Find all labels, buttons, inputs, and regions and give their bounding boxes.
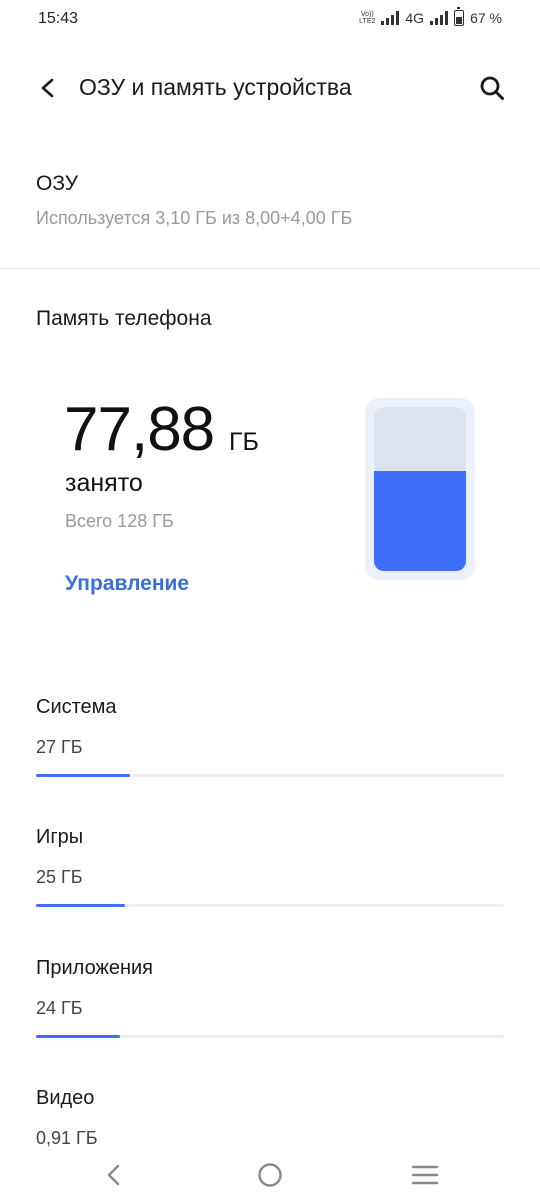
storage-used-unit: ГБ: [229, 428, 259, 456]
category-bar: [36, 1035, 121, 1038]
storage-total: Всего 128 ГБ: [65, 511, 174, 531]
storage-used-value: 77,88: [64, 395, 215, 464]
category-name: Игры: [36, 826, 84, 848]
storage-phone-fill: [374, 471, 466, 571]
nav-back-icon: [107, 1164, 120, 1186]
nav-menu-icon: [411, 1165, 439, 1185]
manage-button[interactable]: Управление: [65, 572, 189, 596]
category-name: Система: [36, 696, 117, 718]
arrow-left-icon: [41, 78, 54, 98]
category-bar: [36, 904, 125, 907]
ram-usage: Используется 3,10 ГБ из 8,00+4,00 ГБ: [36, 208, 353, 228]
back-button[interactable]: [28, 68, 68, 108]
status-icons: Vo)) LTE2 4G 67 %: [359, 7, 502, 26]
ram-label: ОЗУ: [36, 172, 79, 195]
storage-phone-graphic: [365, 398, 475, 580]
battery-percent: 67 %: [470, 10, 502, 26]
category-name: Приложения: [36, 957, 154, 979]
search-button[interactable]: [470, 66, 514, 110]
signal-icon: [381, 11, 400, 25]
storage-label: Память телефона: [36, 307, 212, 330]
category-name: Видео: [36, 1087, 95, 1109]
category-size: 25 ГБ: [36, 867, 83, 887]
network-type: 4G: [405, 10, 425, 26]
nav-back-button[interactable]: [84, 1150, 144, 1200]
search-icon: [480, 76, 504, 100]
category-track: [36, 904, 504, 907]
navigation-bar: [0, 1150, 540, 1204]
category-games[interactable]: Игры 25 ГБ: [36, 826, 504, 907]
category-apps[interactable]: Приложения 24 ГБ: [36, 957, 504, 1038]
category-system[interactable]: Система 27 ГБ: [36, 696, 504, 777]
category-size: 24 ГБ: [36, 998, 83, 1018]
signal-icon-2: [430, 11, 449, 25]
nav-home-icon: [258, 1163, 282, 1187]
volte-icon: Vo)) LTE2: [359, 11, 376, 25]
status-bar: 15:43 Vo)) LTE2 4G 67 %: [0, 0, 540, 40]
nav-home-button[interactable]: [240, 1150, 300, 1200]
battery-icon: [454, 7, 465, 26]
category-bar: [36, 774, 130, 777]
category-size: 0,91 ГБ: [36, 1128, 98, 1148]
storage-phone-track: [374, 407, 466, 571]
category-video[interactable]: Видео 0,91 ГБ: [36, 1087, 504, 1149]
category-size: 27 ГБ: [36, 737, 83, 757]
category-track: [36, 774, 504, 777]
storage-used-word: занято: [65, 469, 143, 497]
nav-recents-button[interactable]: [395, 1150, 455, 1200]
page-title: ОЗУ и память устройства: [79, 74, 352, 100]
status-time: 15:43: [38, 10, 79, 27]
category-track: [36, 1035, 504, 1038]
divider: [0, 268, 540, 269]
